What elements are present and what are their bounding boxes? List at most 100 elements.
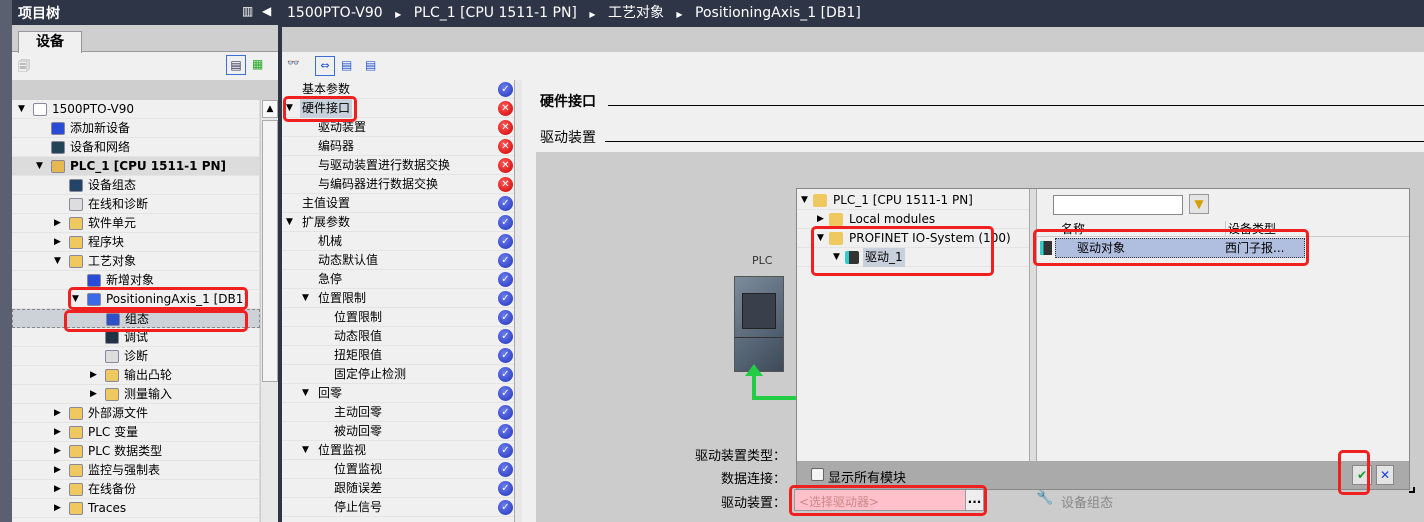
collapsed-arrow-icon[interactable]: ▶ bbox=[90, 366, 97, 385]
tree-item[interactable]: ▶ 在线备份 bbox=[12, 480, 260, 499]
expanded-arrow-icon[interactable]: ▼ bbox=[54, 252, 61, 271]
nav-item[interactable]: ▼ 位置监视 ✓ bbox=[282, 441, 514, 460]
properties-icon[interactable]: 🗐 bbox=[18, 57, 30, 78]
functional-view-icon[interactable]: 👓 bbox=[287, 58, 299, 69]
device-config-link[interactable]: 设备组态 bbox=[1061, 492, 1113, 511]
breadcrumb-item[interactable]: 1500PTO-V90 bbox=[287, 5, 383, 21]
project-tree-scrollbar[interactable]: ▲ bbox=[260, 100, 278, 522]
tree-item[interactable]: ▼ PLC_1 [CPU 1511-1 PN] bbox=[12, 157, 260, 176]
device-tree-item[interactable]: ▼ PLC_1 [CPU 1511-1 PN] bbox=[797, 191, 1029, 210]
collapsed-arrow-icon[interactable]: ▶ bbox=[54, 499, 61, 518]
nav-scrollbar[interactable] bbox=[514, 80, 522, 522]
nav-item[interactable]: 与编码器进行数据交换 ✕ bbox=[282, 175, 514, 194]
expanded-arrow-icon[interactable]: ▼ bbox=[302, 384, 309, 403]
collapse-panel-icon[interactable]: ◀ bbox=[262, 4, 271, 18]
folder-icon bbox=[829, 213, 843, 226]
breadcrumb-item[interactable]: 工艺对象 bbox=[608, 5, 664, 21]
nav-item[interactable]: 跟随误差 ✓ bbox=[282, 479, 514, 498]
tab-devices[interactable]: 设备 bbox=[18, 31, 82, 53]
tree-item[interactable]: ▶ 输出凸轮 bbox=[12, 366, 260, 385]
collapsed-arrow-icon[interactable]: ▶ bbox=[90, 385, 97, 404]
chevron-right-icon: ▶ bbox=[676, 10, 683, 19]
tree-item[interactable]: ▶ 测量输入 bbox=[12, 385, 260, 404]
tree-item[interactable]: 设备和网络 bbox=[12, 138, 260, 157]
collapsed-arrow-icon[interactable]: ▶ bbox=[54, 442, 61, 461]
show-all-label[interactable]: 显示所有模块 bbox=[828, 467, 906, 486]
nav-item[interactable]: ▼ 扩展参数 ✓ bbox=[282, 213, 514, 232]
show-all-checkbox[interactable] bbox=[811, 468, 824, 481]
cancel-button[interactable]: ✕ bbox=[1376, 465, 1394, 485]
nav-item[interactable]: 固定停止检测 ✓ bbox=[282, 365, 514, 384]
overview-icon[interactable]: ▦ bbox=[252, 57, 263, 71]
highlight-positioning-axis bbox=[68, 287, 248, 310]
breadcrumb-item[interactable]: PositioningAxis_1 [DB1] bbox=[695, 5, 861, 21]
tree-item[interactable]: 设备组态 bbox=[12, 176, 260, 195]
nav-item[interactable]: 被动回零 ✓ bbox=[282, 422, 514, 441]
expanded-arrow-icon[interactable]: ▼ bbox=[302, 289, 309, 308]
expanded-arrow-icon[interactable]: ▼ bbox=[302, 441, 309, 460]
tree-item[interactable]: ▶ PLC 变量 bbox=[12, 423, 260, 442]
expanded-arrow-icon[interactable]: ▼ bbox=[18, 100, 25, 119]
expanded-arrow-icon[interactable]: ▼ bbox=[286, 213, 293, 232]
nav-item-label: 动态限值 bbox=[334, 329, 383, 343]
expand-all-icon[interactable]: ▤ bbox=[365, 58, 376, 72]
nav-item[interactable]: 与驱动装置进行数据交换 ✕ bbox=[282, 156, 514, 175]
filter-input[interactable] bbox=[1053, 195, 1183, 215]
tree-item[interactable]: ▶ 监控与强制表 bbox=[12, 461, 260, 480]
tree-item[interactable]: 诊断 bbox=[12, 347, 260, 366]
tree-item[interactable]: ▶ 软件单元 bbox=[12, 214, 260, 233]
highlight-hardware-interface bbox=[283, 96, 357, 122]
filter-icon[interactable]: ▼ bbox=[1189, 194, 1209, 214]
breadcrumb-item[interactable]: PLC_1 [CPU 1511-1 PN] bbox=[414, 5, 577, 21]
tree-item-label: 设备和网络 bbox=[70, 140, 131, 154]
collapsed-arrow-icon[interactable]: ▶ bbox=[54, 480, 61, 499]
status-ok-icon: ✓ bbox=[498, 310, 513, 325]
nav-item[interactable]: 动态限值 ✓ bbox=[282, 327, 514, 346]
collapsed-arrow-icon[interactable]: ▶ bbox=[54, 233, 61, 252]
tree-item-label: 1500PTO-V90 bbox=[52, 102, 134, 116]
expanded-arrow-icon[interactable]: ▼ bbox=[36, 157, 43, 176]
layout-icon[interactable]: ▥ bbox=[242, 4, 253, 18]
resize-grip-icon[interactable] bbox=[1409, 487, 1415, 493]
collapsed-arrow-icon[interactable]: ▶ bbox=[54, 423, 61, 442]
nav-item[interactable]: 停止信号 ✓ bbox=[282, 498, 514, 517]
tree-item[interactable]: 在线和诊断 bbox=[12, 195, 260, 214]
expand-width-icon[interactable]: ⇔ bbox=[315, 56, 335, 76]
nav-item-label: 扩展参数 bbox=[302, 215, 351, 229]
nav-item[interactable]: 位置监视 ✓ bbox=[282, 460, 514, 479]
status-ok-icon: ✓ bbox=[498, 82, 513, 97]
nav-item[interactable]: 动态默认值 ✓ bbox=[282, 251, 514, 270]
collapsed-arrow-icon[interactable]: ▶ bbox=[54, 461, 61, 480]
tree-item[interactable]: ▶ 外部源文件 bbox=[12, 404, 260, 423]
tree-item[interactable]: 添加新设备 bbox=[12, 119, 260, 138]
add-device-icon bbox=[51, 122, 65, 135]
drive-type-label: 驱动装置类型： bbox=[694, 449, 786, 464]
nav-item[interactable]: 机械 ✓ bbox=[282, 232, 514, 251]
nav-item[interactable]: 位置限制 ✓ bbox=[282, 308, 514, 327]
collapse-all-icon[interactable]: ▤ bbox=[341, 58, 352, 72]
list-view-icon[interactable]: ▤ bbox=[226, 55, 246, 75]
nav-item[interactable]: 主值设置 ✓ bbox=[282, 194, 514, 213]
subsection-divider bbox=[605, 141, 1424, 142]
nav-item[interactable]: ▼ 回零 ✓ bbox=[282, 384, 514, 403]
nav-item[interactable]: ▼ 位置限制 ✓ bbox=[282, 289, 514, 308]
nav-item[interactable]: 扭矩限值 ✓ bbox=[282, 346, 514, 365]
tree-item-label: 输出凸轮 bbox=[124, 368, 173, 382]
tree-item[interactable]: ▶ 程序块 bbox=[12, 233, 260, 252]
tree-item[interactable]: ▶ PLC 数据类型 bbox=[12, 442, 260, 461]
collapsed-arrow-icon[interactable]: ▶ bbox=[54, 404, 61, 423]
nav-item[interactable]: 急停 ✓ bbox=[282, 270, 514, 289]
device-config-icon[interactable]: 🔧 bbox=[1036, 490, 1053, 506]
section-divider bbox=[608, 105, 1424, 106]
tree-item[interactable]: ▶ Traces bbox=[12, 499, 260, 518]
nav-item[interactable]: 编码器 ✕ bbox=[282, 137, 514, 156]
nav-item[interactable]: 主动回零 ✓ bbox=[282, 403, 514, 422]
status-error-icon: ✕ bbox=[498, 139, 513, 154]
expanded-arrow-icon[interactable]: ▼ bbox=[801, 191, 808, 210]
scroll-up-button[interactable]: ▲ bbox=[262, 100, 278, 118]
nav-item-label: 被动回零 bbox=[334, 424, 383, 438]
collapsed-arrow-icon[interactable]: ▶ bbox=[54, 214, 61, 233]
tree-item[interactable]: ▼ 1500PTO-V90 bbox=[12, 100, 260, 119]
tree-item[interactable]: ▼ 工艺对象 bbox=[12, 252, 260, 271]
scroll-thumb[interactable] bbox=[262, 120, 278, 382]
